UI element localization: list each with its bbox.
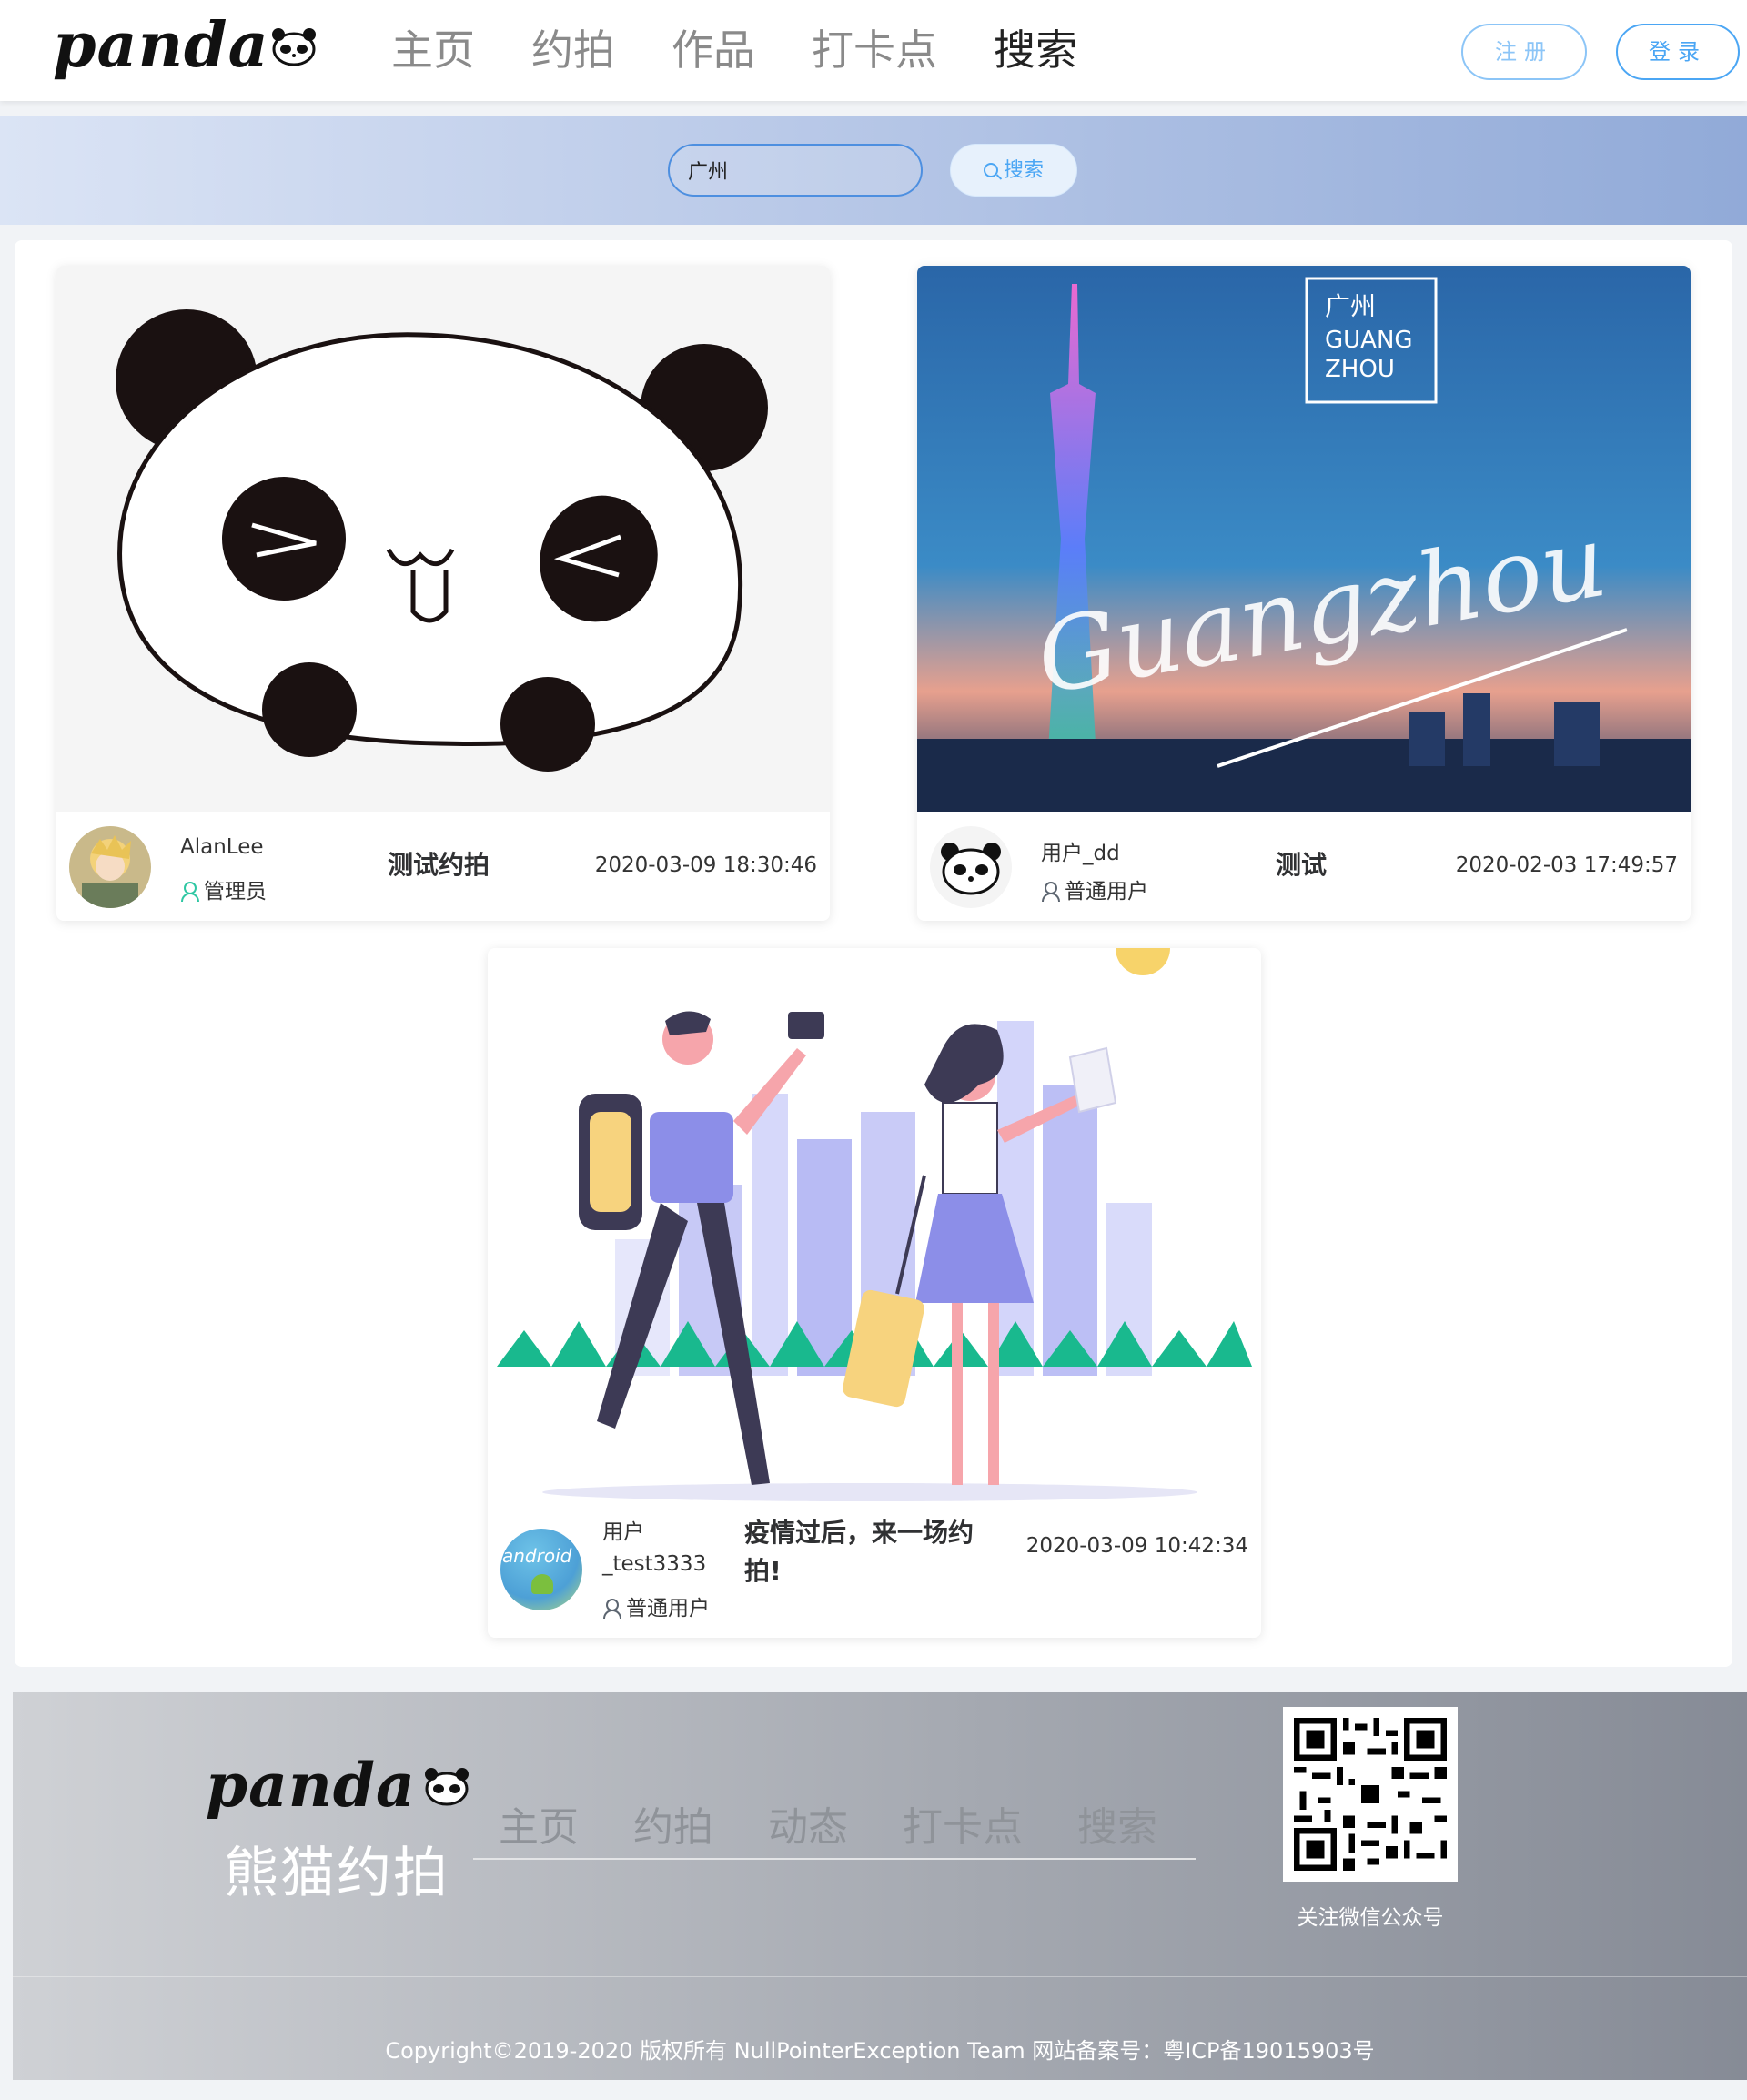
username[interactable]: 用户_dd — [1041, 835, 1120, 866]
card-date: 2020-02-03 17:49:57 — [1455, 853, 1678, 877]
user-icon — [180, 882, 199, 902]
search-banner: 搜索 — [0, 116, 1747, 225]
user-icon — [1041, 882, 1060, 902]
top-header: panda 主页 约拍 作品 打卡点 搜索 注册 登录 — [0, 0, 1747, 101]
role-label: 普通用户 — [626, 1597, 710, 1620]
role-label: 管理员 — [204, 880, 267, 904]
panda-logo-icon — [272, 28, 316, 66]
nav-search[interactable]: 搜索 — [994, 18, 1077, 82]
user-role: 普通用户 — [602, 1590, 710, 1621]
card-date: 2020-03-09 18:30:46 — [594, 853, 817, 877]
search-button[interactable]: 搜索 — [950, 144, 1077, 197]
nav-appointment[interactable]: 约拍 — [531, 18, 615, 82]
panda-cover-image — [56, 266, 830, 812]
user-avatar[interactable] — [69, 826, 151, 908]
card-footer: 用户_dd 普通用户 测试 2020-02-03 17:49:57 — [917, 812, 1691, 921]
nav-checkin[interactable]: 打卡点 — [812, 18, 937, 82]
image-caption-en1: GUANG — [1325, 327, 1413, 354]
qr-caption: 关注微信公众号 — [1297, 1906, 1444, 1930]
footer-nav-home[interactable]: 主页 — [499, 1794, 579, 1853]
register-button[interactable]: 注册 — [1461, 24, 1587, 80]
result-card[interactable]: android 用户 _test3333 普通用户 疫情过后，来一场约拍! 20… — [488, 948, 1261, 1638]
footer-divider — [13, 1976, 1747, 1977]
result-card[interactable]: AlanLee 管理员 测试约拍 2020-03-09 18:30:46 — [56, 266, 830, 921]
user-role: 普通用户 — [1041, 873, 1148, 904]
username[interactable]: AlanLee — [180, 835, 264, 859]
result-card[interactable]: 广州 GUANG ZHOU Guangzhou 用户_dd 普通用户 测试 20… — [917, 266, 1691, 921]
image-caption-cn: 广州 — [1325, 291, 1376, 321]
login-button[interactable]: 登录 — [1616, 24, 1740, 80]
footer-nav-appointment[interactable]: 约拍 — [633, 1794, 713, 1853]
avatar-text: android — [502, 1545, 572, 1567]
footer-logo-text: panda — [206, 1750, 416, 1821]
search-icon — [983, 163, 998, 177]
wechat-qr-code — [1283, 1707, 1458, 1882]
guangzhou-cover-image: 广州 GUANG ZHOU Guangzhou — [917, 266, 1691, 812]
results-panel: AlanLee 管理员 测试约拍 2020-03-09 18:30:46 广州 … — [15, 240, 1732, 1667]
search-button-label: 搜索 — [1003, 159, 1044, 182]
username-line1[interactable]: 用户 — [602, 1514, 644, 1545]
username-line2[interactable]: _test3333 — [602, 1552, 706, 1576]
nav-home[interactable]: 主页 — [391, 18, 475, 82]
user-avatar[interactable] — [930, 826, 1012, 908]
image-caption-en2: ZHOU — [1325, 356, 1395, 383]
footer-site-name: 熊猫约拍 — [224, 1842, 449, 1905]
card-footer: AlanLee 管理员 测试约拍 2020-03-09 18:30:46 — [56, 812, 830, 921]
android-icon — [531, 1574, 553, 1594]
card-date: 2020-03-09 10:42:34 — [1025, 1534, 1248, 1558]
panda-logo-icon — [425, 1768, 469, 1806]
footer-nav-search[interactable]: 搜索 — [1077, 1794, 1157, 1853]
footer-nav-feed[interactable]: 动态 — [768, 1794, 848, 1853]
user-role: 管理员 — [180, 873, 267, 904]
card-title[interactable]: 测试约拍 — [388, 846, 490, 884]
site-logo[interactable]: panda — [53, 13, 317, 78]
card-footer: android 用户 _test3333 普通用户 疫情过后，来一场约拍! 20… — [488, 1501, 1261, 1638]
footer-nav-underline — [473, 1858, 1196, 1860]
travel-cover-image — [488, 948, 1261, 1501]
copyright-text: Copyright©2019-2020 版权所有 NullPointerExce… — [385, 2038, 1375, 2064]
footer-nav: 主页 约拍 动态 打卡点 搜索 — [499, 1794, 1157, 1853]
card-title[interactable]: 疫情过后，来一场约拍! — [744, 1514, 1008, 1590]
logo-text: panda — [53, 9, 269, 82]
user-avatar[interactable]: android — [500, 1529, 582, 1610]
site-footer: panda 熊猫约拍 主页 约拍 动态 打卡点 搜索 关注微信公众号 Copyr… — [13, 1692, 1747, 2080]
search-input[interactable] — [668, 144, 923, 197]
card-title[interactable]: 测试 — [1276, 846, 1327, 884]
footer-logo[interactable]: panda — [206, 1752, 470, 1820]
role-label: 普通用户 — [1065, 880, 1148, 904]
user-icon — [602, 1599, 621, 1619]
footer-nav-checkin[interactable]: 打卡点 — [903, 1794, 1023, 1853]
nav-works[interactable]: 作品 — [672, 18, 755, 82]
main-nav: 主页 约拍 作品 打卡点 搜索 — [391, 18, 1077, 82]
